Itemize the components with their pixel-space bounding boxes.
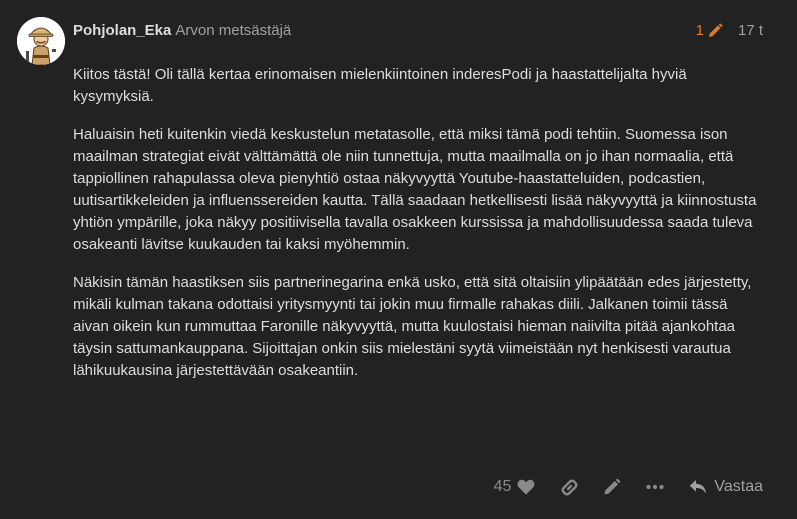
user-avatar[interactable] [17,17,65,65]
reply-label: Vastaa [714,478,763,495]
post-paragraph: Kiitos tästä! Oli tällä kertaa erinomais… [73,66,687,105]
reply-button[interactable]: Vastaa [689,474,763,500]
more-actions-button[interactable] [646,474,664,500]
explorer-avatar-icon [17,17,65,65]
post-header: Pohjolan_Eka Arvon metsästäjä 1 17 t [73,21,763,41]
share-link-button[interactable] [560,474,579,500]
user-title: Arvon metsästäjä [175,22,292,39]
post-paragraph: Näkisin tämän haastiksen siis partnerine… [73,274,752,379]
heart-icon [517,479,535,495]
post-meta: 1 17 t [696,21,763,41]
post-body: Kiitos tästä! Oli tällä kertaa erinomais… [73,64,763,398]
post-actions: 45 Vastaa [494,474,763,500]
edit-count: 1 [695,22,704,39]
ellipsis-icon [646,484,664,490]
post-username[interactable]: Pohjolan_Eka [73,22,171,39]
forum-post: Pohjolan_Eka Arvon metsästäjä 1 17 t Kiit… [0,0,797,519]
edit-history-button[interactable]: 1 [696,21,723,41]
post-paragraph: Haluaisin heti kuitenkin viedä keskustel… [73,126,757,253]
reply-arrow-icon [690,480,707,494]
pencil-icon [604,478,621,495]
pencil-icon [708,23,723,37]
like-button[interactable] [517,474,535,500]
link-icon [561,479,578,495]
edit-post-button[interactable] [603,474,621,500]
post-date[interactable]: 17 t [738,21,763,41]
like-count[interactable]: 45 [494,474,512,500]
